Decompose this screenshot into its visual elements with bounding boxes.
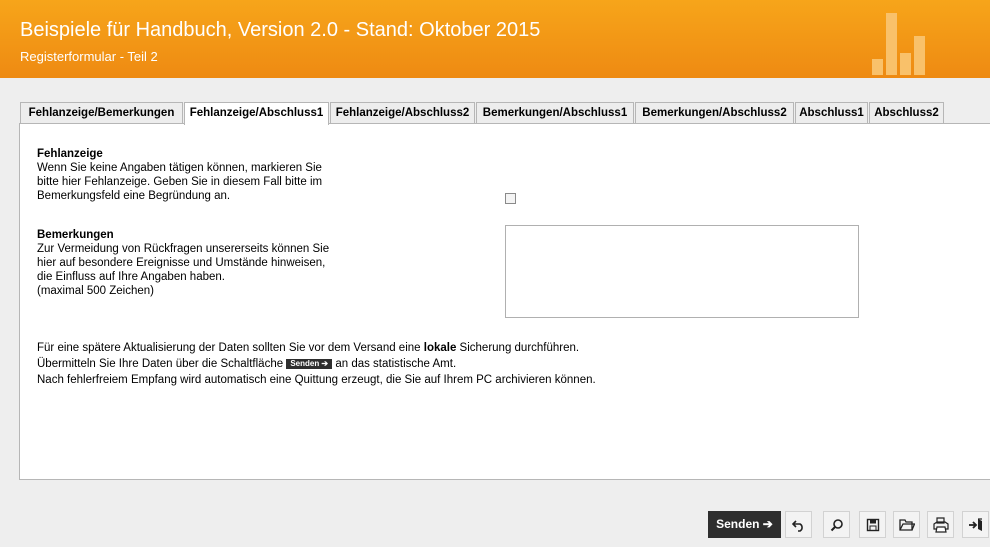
open-folder-icon[interactable] <box>893 511 920 538</box>
fehlanzeige-section: Fehlanzeige Wenn Sie keine Angaben tätig… <box>37 147 322 203</box>
page-subtitle: Registerformular - Teil 2 <box>20 49 158 64</box>
fehlanzeige-text-line: bitte hier Fehlanzeige. Geben Sie in die… <box>37 176 323 188</box>
fehlanzeige-text-line: Wenn Sie keine Angaben tätigen können, m… <box>37 162 322 174</box>
logo-bars-icon <box>872 13 934 75</box>
bemerkungen-text-line: (maximal 500 Zeichen) <box>37 285 154 297</box>
form-panel: Fehlanzeige Wenn Sie keine Angaben tätig… <box>19 123 990 480</box>
fehlanzeige-text-line: Bemerkungsfeld eine Begründung an. <box>37 190 231 202</box>
page-title: Beispiele für Handbuch, Version 2.0 - St… <box>20 19 541 41</box>
inline-send-button-icon: Senden ➔ <box>286 359 333 369</box>
save-icon[interactable] <box>859 511 886 538</box>
tab-bemerkungen-abschluss2[interactable]: Bemerkungen/Abschluss2 <box>635 102 794 123</box>
info-line-3: Nach fehlerfreiem Empfang wird automatis… <box>37 374 596 386</box>
fehlanzeige-checkbox[interactable] <box>505 193 516 204</box>
send-button[interactable]: Senden ➔ <box>708 511 781 538</box>
tab-abschluss1[interactable]: Abschluss1 <box>795 102 868 123</box>
undo-icon[interactable] <box>785 511 812 538</box>
bemerkungen-heading: Bemerkungen <box>37 229 114 241</box>
bemerkungen-textarea[interactable] <box>505 225 859 318</box>
fehlanzeige-heading: Fehlanzeige <box>37 148 103 160</box>
lokale-emphasis: lokale <box>423 342 457 354</box>
bemerkungen-text-line: die Einfluss auf Ihre Angaben haben. <box>37 271 225 283</box>
bemerkungen-section: Bemerkungen Zur Vermeidung von Rückfrage… <box>37 228 329 298</box>
exit-icon[interactable] <box>962 511 989 538</box>
tab-fehlanzeige-abschluss1[interactable]: Fehlanzeige/Abschluss1 <box>184 102 329 125</box>
tab-fehlanzeige-bemerkungen[interactable]: Fehlanzeige/Bemerkungen <box>20 102 183 123</box>
info-text: Für eine spätere Aktualisierung der Date… <box>37 340 596 388</box>
print-icon[interactable] <box>927 511 954 538</box>
bemerkungen-text-line: Zur Vermeidung von Rückfragen unserersei… <box>37 243 330 255</box>
info-line-2: Übermitteln Sie Ihre Daten über die Scha… <box>37 358 457 370</box>
tab-bemerkungen-abschluss1[interactable]: Bemerkungen/Abschluss1 <box>476 102 634 123</box>
app-header: Beispiele für Handbuch, Version 2.0 - St… <box>0 0 990 78</box>
bemerkungen-text-line: hier auf besondere Ereignisse und Umstän… <box>37 257 326 269</box>
tab-abschluss2[interactable]: Abschluss2 <box>869 102 944 123</box>
search-icon[interactable] <box>823 511 850 538</box>
tab-fehlanzeige-abschluss2[interactable]: Fehlanzeige/Abschluss2 <box>330 102 475 123</box>
info-line-1: Für eine spätere Aktualisierung der Date… <box>37 342 580 354</box>
